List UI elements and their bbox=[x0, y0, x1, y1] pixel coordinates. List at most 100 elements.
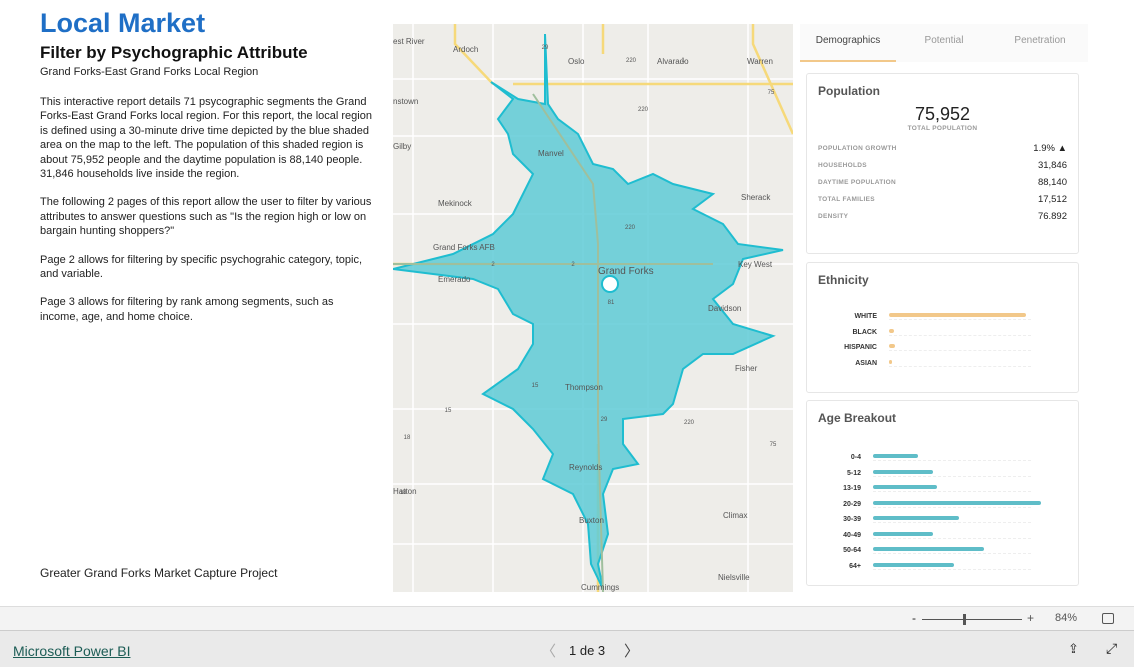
next-page-icon[interactable]: 〉 bbox=[624, 640, 639, 661]
gridline bbox=[873, 537, 1031, 539]
stat-label: POPULATION GROWTH bbox=[818, 145, 897, 152]
ethnicity-label: HISPANIC bbox=[844, 344, 877, 351]
region-label: Grand Forks-East Grand Forks Local Regio… bbox=[40, 66, 259, 78]
map-place-label: Oslo bbox=[568, 57, 585, 66]
previous-page-icon[interactable]: 〈 bbox=[541, 640, 556, 661]
zoom-slider-handle[interactable] bbox=[962, 614, 966, 625]
population-title: Population bbox=[818, 84, 880, 98]
ethnicity-row: WHITE bbox=[807, 309, 1057, 325]
page-title: Local Market bbox=[40, 8, 206, 38]
page-subtitle: Filter by Psychographic Attribute bbox=[40, 43, 308, 62]
route-shield: 75 bbox=[768, 90, 775, 96]
route-shield: 220 bbox=[626, 58, 637, 64]
age-label: 64+ bbox=[849, 562, 861, 570]
ethnicity-row: BLACK bbox=[807, 325, 1057, 341]
bottom-bar: Microsoft Power BI 〈 1 de 3 〉 ⇪ ⤢ bbox=[0, 631, 1134, 667]
map-place-label: Davidson bbox=[708, 304, 741, 313]
ethnicity-bar[interactable] bbox=[889, 359, 892, 364]
stat-row: HOUSEHOLDS 31,846 bbox=[807, 157, 1078, 174]
route-shield: 75 bbox=[770, 442, 777, 448]
project-note: Greater Grand Forks Market Capture Proje… bbox=[40, 566, 278, 580]
route-shield: 220 bbox=[625, 225, 636, 231]
ethnicity-bar[interactable] bbox=[889, 344, 895, 348]
gridline bbox=[889, 350, 1031, 351]
total-population: 75,952 bbox=[914, 104, 971, 124]
age-bar[interactable] bbox=[873, 500, 1041, 505]
map-place-label: Grand Forks AFB bbox=[433, 243, 495, 252]
share-icon[interactable]: ⇪ bbox=[1068, 641, 1079, 657]
power-bi-link[interactable]: Microsoft Power BI bbox=[13, 643, 130, 659]
map-place-label: Cummings bbox=[581, 583, 619, 592]
map-place-label: Fisher bbox=[735, 364, 758, 373]
zoom-out-button[interactable]: - bbox=[912, 611, 916, 625]
age-row: 13-19 bbox=[807, 481, 1057, 497]
population-card: Population 75,952 TOTAL POPULATION POPUL… bbox=[806, 73, 1079, 254]
age-bar[interactable] bbox=[873, 531, 934, 536]
map-place-label: Key West bbox=[738, 260, 773, 269]
age-label: 50-64 bbox=[843, 547, 861, 554]
page-indicator: 1 de 3 bbox=[569, 643, 606, 658]
stat-label: HOUSEHOLDS bbox=[818, 162, 867, 169]
tab-penetration[interactable]: Penetration bbox=[992, 24, 1088, 62]
fullscreen-icon[interactable]: ⤢ bbox=[1106, 640, 1117, 657]
stat-row: POPULATION GROWTH 1.9% ▲ bbox=[807, 140, 1078, 157]
map-place-label: Mekinock bbox=[438, 199, 473, 208]
tab-potential[interactable]: Potential bbox=[896, 24, 992, 62]
map-place-label: Manvel bbox=[538, 149, 564, 158]
age-row: 20-29 bbox=[807, 497, 1057, 513]
stat-row: TOTAL FAMILIES 17,512 bbox=[807, 191, 1078, 208]
paragraph: The following 2 pages of this report all… bbox=[40, 196, 372, 238]
stat-value: 88,140 bbox=[1037, 177, 1067, 188]
map-place-label: Grand Forks bbox=[598, 266, 654, 277]
paragraph: Page 3 allows for filtering by rank amon… bbox=[40, 296, 334, 323]
stat-row: DENSITY 76.892 bbox=[807, 208, 1078, 225]
ethnicity-bar[interactable] bbox=[889, 328, 894, 333]
map-place-label: Gilby bbox=[393, 142, 411, 151]
gridline bbox=[873, 506, 1031, 508]
zoom-in-button[interactable]: + bbox=[1027, 611, 1034, 625]
age-label: 5-12 bbox=[846, 469, 861, 477]
route-shield: 15 bbox=[445, 408, 452, 414]
stat-value: 76.892 bbox=[1037, 211, 1067, 222]
paragraph: This interactive report details 71 psyco… bbox=[40, 96, 372, 181]
age-bar[interactable] bbox=[873, 485, 937, 489]
age-bar[interactable] bbox=[873, 562, 954, 567]
location-pin-icon[interactable] bbox=[601, 275, 619, 293]
age-bar[interactable] bbox=[873, 454, 919, 458]
age-card: Age Breakout 0-4 5-12 13-19 20-29 30-39 40-49… bbox=[806, 400, 1079, 586]
zoom-level: 84% bbox=[1055, 612, 1078, 624]
stat-label: DENSITY bbox=[818, 213, 849, 220]
gridline bbox=[873, 568, 1031, 570]
map-place-label: Reynolds bbox=[569, 463, 602, 472]
stat-value: 31,846 bbox=[1037, 160, 1067, 171]
route-shield: 15 bbox=[532, 383, 539, 389]
ethnicity-title: Ethnicity bbox=[818, 273, 869, 287]
age-bar[interactable] bbox=[873, 469, 934, 474]
route-shield: 220 bbox=[638, 107, 649, 113]
tab-demographics[interactable]: Demographics bbox=[800, 24, 896, 62]
fit-to-page-icon[interactable] bbox=[1102, 613, 1114, 624]
age-title: Age Breakout bbox=[818, 411, 897, 425]
map[interactable]: est River Ardoch Oslo Alvarado Warren nstown G… bbox=[393, 24, 793, 592]
age-label: 40-49 bbox=[843, 531, 861, 539]
ethnicity-label: BLACK bbox=[852, 328, 878, 336]
age-row: 30-39 bbox=[807, 512, 1057, 528]
paragraph: Page 2 allows for filtering by specific … bbox=[40, 253, 363, 281]
age-label: 0-4 bbox=[850, 454, 861, 461]
route-shield: 220 bbox=[684, 420, 695, 426]
age-bar[interactable] bbox=[873, 547, 984, 551]
ethnicity-label: WHITE bbox=[854, 313, 877, 320]
map-place-label: nstown bbox=[393, 97, 418, 106]
stat-label: DAYTIME POPULATION bbox=[818, 179, 896, 186]
stat-value: 17,512 bbox=[1037, 194, 1067, 205]
map-place-label: Nielsville bbox=[718, 573, 750, 582]
map-place-label: Emerado bbox=[438, 275, 471, 284]
gridline bbox=[889, 319, 1031, 320]
route-shield: 81 bbox=[608, 300, 615, 306]
ethnicity-bar[interactable] bbox=[889, 313, 1026, 317]
zoom-slider[interactable] bbox=[922, 619, 1022, 620]
age-bar[interactable] bbox=[873, 516, 959, 520]
route-shield: 18 bbox=[400, 490, 407, 496]
description: This interactive report details 71 psyco… bbox=[40, 95, 375, 338]
route-shield: 29 bbox=[542, 45, 549, 51]
